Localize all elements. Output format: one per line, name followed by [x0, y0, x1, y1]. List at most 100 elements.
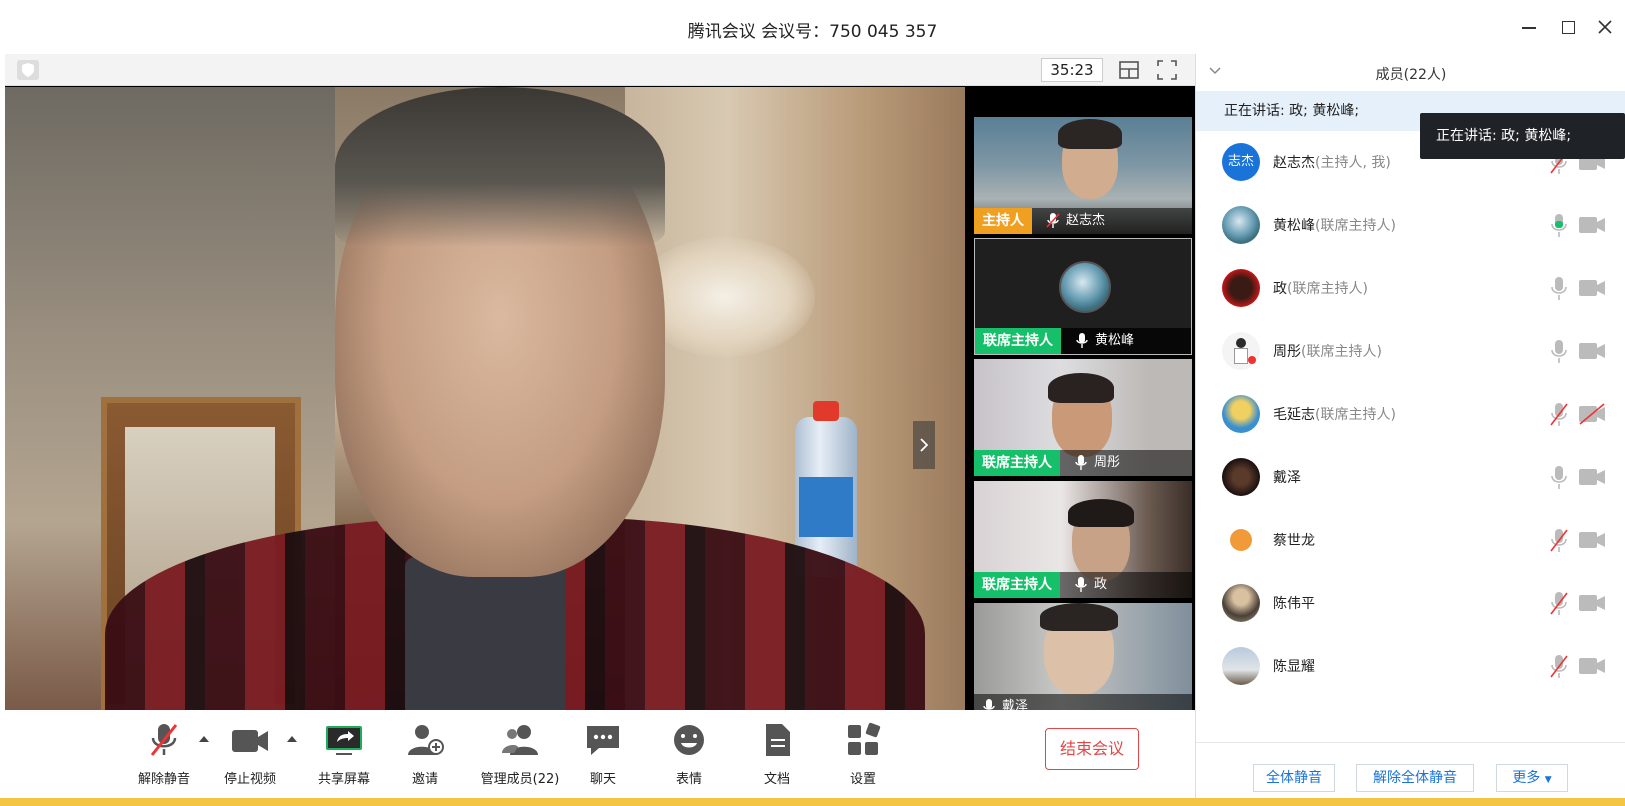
more-button[interactable]: 更多 ▼ [1496, 764, 1568, 792]
thumbnail-name: 赵志杰 [1066, 213, 1106, 228]
member-name: 毛延志(联席主持人) [1273, 404, 1396, 424]
shield-icon [22, 63, 34, 77]
member-row[interactable]: 政(联席主持人) [1196, 257, 1625, 320]
maximize-button[interactable] [1555, 14, 1581, 40]
manage-members-label: 管理成员(22) [480, 772, 560, 787]
camera-icon[interactable] [1578, 277, 1606, 299]
mic-icon [1075, 455, 1087, 470]
mic-icon [1076, 333, 1088, 348]
manage-members-button[interactable]: 管理成员(22) [473, 722, 567, 787]
invite-button[interactable]: 邀请 [405, 722, 445, 787]
avatar [1222, 458, 1260, 496]
settings-label: 设置 [849, 772, 876, 787]
member-role: (联席主持人) [1287, 281, 1368, 297]
unmute-all-button[interactable]: 解除全体静音 [1356, 764, 1474, 792]
docs-label: 文档 [763, 772, 790, 787]
thumbnail-cohost-3[interactable]: 联席主持人 政 [974, 481, 1192, 598]
thumbnail-cohost-1[interactable]: 联席主持人 黄松峰 [974, 238, 1192, 355]
chat-icon [587, 726, 619, 755]
camera-icon[interactable] [1578, 340, 1606, 362]
unmute-button[interactable]: 解除静音 [131, 722, 197, 787]
layout-button[interactable] [1117, 58, 1141, 82]
mic-muted-icon[interactable] [1549, 401, 1569, 427]
title-bar: 腾讯会议 会议号：750 045 357 [0, 0, 1625, 54]
camera-icon[interactable] [1578, 466, 1606, 488]
apps-grid-icon [848, 722, 881, 755]
camera-icon[interactable] [1578, 214, 1606, 236]
members-panel-footer: 全体静音 解除全体静音 更多 ▼ [1196, 742, 1625, 798]
video-area: 35:23 主持人 赵志杰 联席主持人 黄松峰 联席主持人 周彤 联席主持人 政… [5, 54, 1195, 720]
share-screen-label: 共享屏幕 [317, 772, 370, 787]
member-name: 黄松峰(联席主持人) [1273, 215, 1396, 235]
mic-icon[interactable] [1549, 464, 1569, 490]
stop-video-button[interactable]: 停止视频 [217, 722, 283, 787]
layout-icon [1119, 61, 1139, 79]
mic-muted-icon[interactable] [1549, 590, 1569, 616]
member-row[interactable]: 戴泽 [1196, 446, 1625, 509]
fullscreen-icon [1157, 60, 1177, 80]
thumbnail-hair [1058, 119, 1122, 149]
thumbnail-cohost-2[interactable]: 联席主持人 周彤 [974, 359, 1192, 476]
caret-down-icon: ▼ [1544, 775, 1552, 785]
member-row[interactable]: 周彤(联席主持人) [1196, 320, 1625, 383]
member-name: 蔡世龙 [1273, 530, 1315, 550]
member-name-text: 陈显耀 [1273, 659, 1315, 675]
member-name-text: 赵志杰 [1273, 155, 1315, 171]
thumbnail-hair [1068, 499, 1134, 527]
chat-label: 聊天 [589, 772, 616, 787]
end-meeting-button[interactable]: 结束会议 [1045, 728, 1139, 770]
mic-active-icon[interactable] [1549, 212, 1569, 238]
thumbnail-hair [1048, 373, 1114, 403]
camera-icon[interactable] [1578, 655, 1606, 677]
member-name-text: 周彤 [1273, 344, 1301, 360]
member-row[interactable]: 黄松峰(联席主持人) [1196, 194, 1625, 257]
camera-icon[interactable] [1578, 529, 1606, 551]
thumbnail-host[interactable]: 主持人 赵志杰 [974, 117, 1192, 234]
member-row[interactable]: 毛延志(联席主持人) [1196, 383, 1625, 446]
speaking-tooltip: 正在讲话: 政; 黄松峰; [1420, 113, 1625, 159]
settings-button[interactable]: 设置 [843, 722, 883, 787]
member-name: 陈显耀 [1273, 656, 1315, 676]
fullscreen-button[interactable] [1155, 58, 1179, 82]
members-panel-header: 成员(22人) [1196, 54, 1625, 90]
member-row[interactable]: 陈显耀 [1196, 635, 1625, 698]
avatar [1222, 395, 1260, 433]
window-title: 腾讯会议 会议号：750 045 357 [687, 22, 938, 42]
members-panel: 成员(22人) 正在讲话: 政; 黄松峰; 志杰 赵志杰(主持人, 我) 黄松峰… [1195, 54, 1625, 798]
security-button[interactable] [17, 60, 39, 80]
speaker-collar [405, 557, 565, 710]
minimize-button[interactable] [1516, 14, 1542, 40]
avatar [1222, 521, 1260, 559]
members-icon [502, 725, 538, 755]
docs-button[interactable]: 文档 [757, 722, 797, 787]
thumbnail-toggle-button[interactable] [913, 421, 935, 469]
video-options-caret[interactable] [287, 736, 297, 742]
thumbnail-name: 黄松峰 [1095, 333, 1135, 348]
member-role: (联席主持人) [1315, 218, 1396, 234]
avatar [1222, 584, 1260, 622]
mic-icon[interactable] [1549, 338, 1569, 364]
main-speaker-video[interactable] [5, 87, 965, 710]
cohost-tag: 联席主持人 [974, 572, 1060, 598]
audio-options-caret[interactable] [199, 736, 209, 742]
member-name: 赵志杰(主持人, 我) [1273, 152, 1391, 172]
chat-button[interactable]: 聊天 [583, 722, 623, 787]
close-button[interactable] [1592, 14, 1618, 40]
mic-icon[interactable] [1549, 275, 1569, 301]
mic-muted-icon[interactable] [1549, 653, 1569, 679]
mic-muted-icon[interactable] [1549, 527, 1569, 553]
emoji-icon [674, 725, 704, 755]
thumbnail-participant[interactable]: 戴泽 [974, 603, 1192, 720]
member-name-text: 陈伟平 [1273, 596, 1315, 612]
member-row[interactable]: 蔡世龙 [1196, 509, 1625, 572]
member-row[interactable]: 陈伟平 [1196, 572, 1625, 635]
mute-all-button[interactable]: 全体静音 [1253, 764, 1335, 792]
camera-off-icon[interactable] [1578, 403, 1606, 425]
share-screen-button[interactable]: 共享屏幕 [311, 722, 377, 787]
member-name-text: 蔡世龙 [1273, 533, 1315, 549]
members-panel-title: 成员(22人) [1375, 67, 1447, 83]
camera-icon[interactable] [1578, 592, 1606, 614]
document-icon [766, 724, 790, 756]
emoji-button[interactable]: 表情 [669, 722, 709, 787]
member-name: 政(联席主持人) [1273, 278, 1368, 298]
